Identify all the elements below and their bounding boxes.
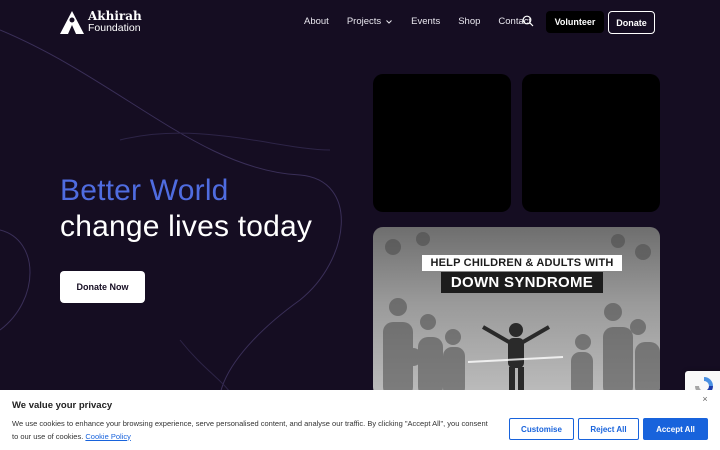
akhirah-logo-icon <box>60 11 84 34</box>
cookie-text: We use cookies to enhance your browsing … <box>12 418 492 443</box>
nav-shop[interactable]: Shop <box>458 16 480 27</box>
logo-line-1: Akhirah <box>88 9 142 23</box>
site-logo[interactable]: Akhirah Foundation <box>60 9 142 34</box>
nav-events[interactable]: Events <box>411 16 440 27</box>
hero-title-line-2: change lives today <box>60 210 313 243</box>
main-nav: About Projects Events Shop Contact <box>304 16 549 27</box>
banner-line-1: HELP CHILDREN & ADULTS WITH <box>422 255 622 271</box>
donate-now-button[interactable]: Donate Now <box>60 271 145 303</box>
nav-about[interactable]: About <box>304 16 329 27</box>
reject-all-button[interactable]: Reject All <box>578 418 639 440</box>
feature-image[interactable]: HELP CHILDREN & ADULTS WITH DOWN SYNDROM… <box>373 227 660 397</box>
cookie-policy-link[interactable]: Cookie Policy <box>85 432 130 441</box>
nav-projects[interactable]: Projects <box>347 16 393 27</box>
hero-title-accent: Better World <box>60 174 229 207</box>
chevron-down-icon <box>386 19 393 24</box>
accept-all-button[interactable]: Accept All <box>643 418 708 440</box>
cookie-description: We use cookies to enhance your browsing … <box>12 419 488 441</box>
search-icon[interactable] <box>522 15 534 27</box>
customise-button[interactable]: Customise <box>509 418 574 440</box>
volunteer-button[interactable]: Volunteer <box>546 11 604 33</box>
cookie-consent-bar: We value your privacy × We use cookies t… <box>0 390 720 450</box>
video-tile[interactable] <box>373 74 511 212</box>
banner-line-2: DOWN SYNDROME <box>440 272 604 293</box>
donate-button[interactable]: Donate <box>608 11 655 34</box>
cookie-title: We value your privacy <box>12 400 113 411</box>
video-tile[interactable] <box>522 74 660 212</box>
site-header: Akhirah Foundation About Projects Events… <box>0 0 720 46</box>
hero-title: Better World change lives today <box>60 173 312 245</box>
feature-banner: HELP CHILDREN & ADULTS WITH DOWN SYNDROM… <box>411 253 633 293</box>
logo-line-2: Foundation <box>88 22 141 34</box>
nav-projects-label: Projects <box>346 16 382 27</box>
close-icon[interactable]: × <box>700 394 710 404</box>
